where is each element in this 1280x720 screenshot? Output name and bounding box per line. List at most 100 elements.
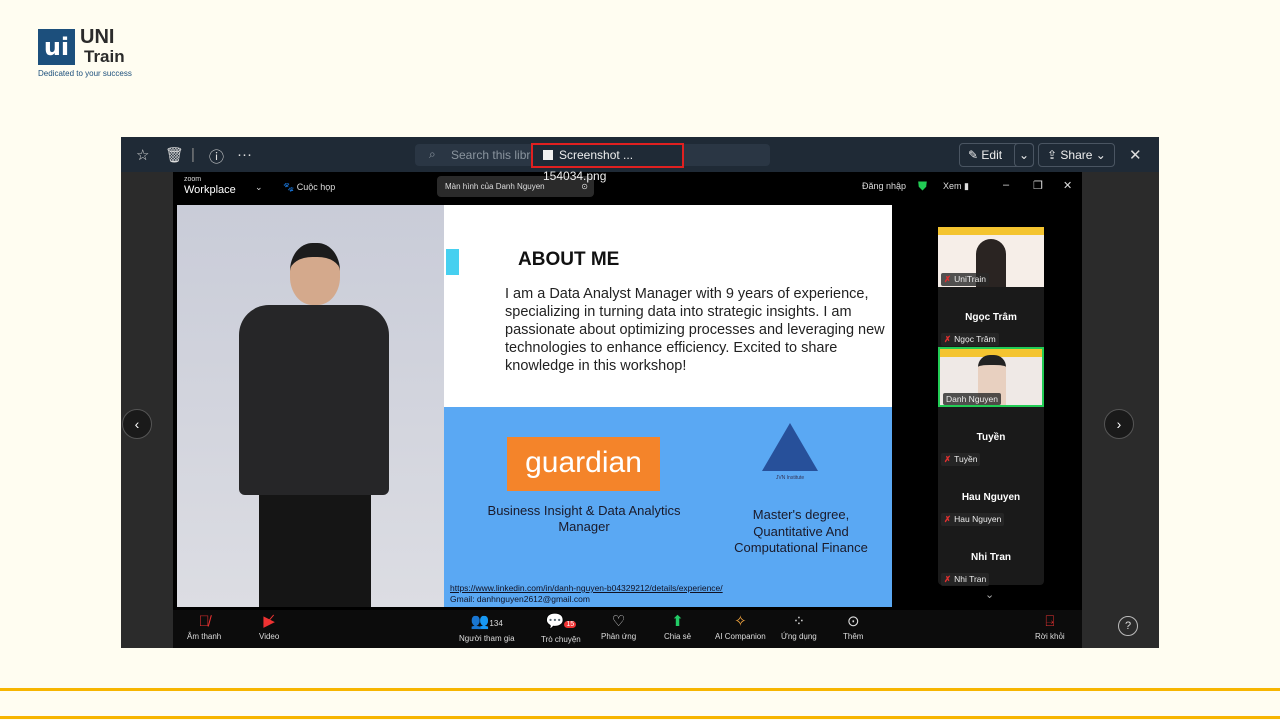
close-icon[interactable]: ✕ (1063, 179, 1072, 192)
apps-label: Ứng dụng (781, 632, 817, 641)
participant-tile-name: Ngọc Trâm (965, 312, 1017, 323)
edit-label: Edit (981, 148, 1003, 162)
screen-share-label: Màn hình của Danh Nguyen (445, 182, 545, 191)
person-pants (259, 495, 371, 607)
leave-button[interactable]: ⍈ Rời khỏi (1035, 612, 1065, 641)
scroll-down-icon[interactable]: ⌄ (985, 588, 994, 601)
slide-accent (446, 249, 459, 275)
participant-name: UniTrain (954, 274, 986, 284)
participants-label: Người tham gia (459, 634, 515, 643)
restore-icon[interactable]: ❐ (1033, 179, 1043, 192)
ai-label: AI Companion (715, 632, 766, 641)
more-icon[interactable]: ··· (237, 146, 252, 163)
more-button[interactable]: ⊙ Thêm (843, 612, 863, 641)
slide-about-section: ABOUT ME I am a Data Analyst Manager wit… (444, 205, 892, 407)
sign-in-link[interactable]: Đăng nhập (862, 181, 906, 191)
divider (0, 716, 1280, 719)
view-label: Xem (943, 181, 962, 191)
video-off-icon: ▶̸ (263, 613, 275, 630)
institute-name: JVN Institute (775, 475, 805, 481)
participant-name: Nhi Tran (954, 574, 987, 584)
participant-tile-name: Tuyền (976, 432, 1006, 443)
meeting-toolbar: 🎙̸ Âm thanh ▶̸ Video 👥134 Người tham gia 💬 1… (173, 610, 1082, 648)
degree-text: Master's degree, Quantitative And Comput… (734, 507, 868, 555)
share-icon: ⬆ (671, 613, 684, 630)
zoom-window: zoom Workplace ⌄ 🐾 Cuộc họp Màn hình của… (173, 172, 1082, 648)
share-label: Share (1060, 148, 1093, 162)
participant-tile-name: Hau Nguyen (961, 492, 1021, 503)
audio-label: Âm thanh (187, 632, 222, 641)
reactions-button[interactable]: ♡ Phản ứng (601, 612, 636, 641)
participant-tile-name: Nhi Tran (970, 552, 1011, 563)
video-button[interactable]: ▶̸ Video (259, 612, 279, 641)
participant-name: Tuyền (954, 454, 978, 464)
video-tile-active-speaker[interactable]: Danh Nguyen (938, 347, 1044, 407)
file-name: Screenshot ... 154034.png (531, 143, 684, 183)
share-label: Chia sẻ (664, 632, 692, 641)
next-button[interactable]: › (1104, 409, 1134, 439)
person-head (290, 243, 340, 305)
audio-button[interactable]: 🎙̸ Âm thanh (187, 612, 221, 641)
star-icon[interactable]: ☆ (136, 146, 149, 164)
close-icon[interactable]: ✕ (1129, 146, 1142, 164)
info-icon[interactable]: ⓘ (209, 146, 224, 167)
participants-gallery: ✗ UniTrain Ngọc Trâm ✗ Ngọc Trâm Danh Nguy… (938, 227, 1044, 586)
divider (0, 688, 1280, 691)
view-button[interactable]: Xem ▮ (943, 181, 969, 192)
image-file-icon (543, 150, 553, 160)
role-text: Business Insight & Data Analytics Manage… (487, 503, 681, 534)
zoom-logo: zoom (184, 176, 202, 183)
participant-name: Danh Nguyen (946, 394, 998, 404)
more-icon: ⊙ (846, 613, 860, 630)
participant-name: Hau Nguyen (954, 514, 1002, 524)
help-icon[interactable]: ? (1118, 616, 1138, 636)
zoom-logo-text: Workplace (184, 184, 236, 196)
logo-tagline: Dedicated to your success (38, 69, 132, 78)
leave-icon: ⍈ (1045, 613, 1055, 630)
edit-dropdown-button[interactable]: ⌄ (1014, 143, 1034, 167)
minimize-icon[interactable]: – (1003, 179, 1009, 191)
share-button[interactable]: ⇪ Share ⌄ (1038, 143, 1115, 167)
guardian-logo: guardian (507, 437, 660, 491)
separator: | (191, 146, 195, 163)
unitrain-logo: ui UNI Train Dedicated to your success (38, 26, 133, 79)
video-label: Video (259, 632, 280, 641)
search-icon: ⌕ (429, 147, 436, 161)
email-text: Gmail: danhnguyen2612@gmail.com (450, 594, 590, 604)
video-tile[interactable]: ✗ UniTrain (938, 227, 1044, 287)
meetings-label: Cuộc họp (296, 182, 336, 192)
linkedin-link[interactable]: https://www.linkedin.com/in/danh-nguyen-… (450, 583, 723, 593)
trash-icon[interactable]: 🗑 (165, 146, 184, 164)
participants-button[interactable]: 👥134 Người tham gia (459, 612, 515, 643)
previous-button[interactable]: ‹ (122, 409, 152, 439)
shield-check-icon: ⛊ (918, 179, 928, 193)
speaker-photo (177, 205, 444, 607)
reactions-label: Phản ứng (601, 632, 637, 641)
chat-icon: 💬 15 (545, 613, 577, 630)
apps-button[interactable]: ⁘ Ứng dụng (781, 612, 817, 641)
logo-text: UNI (80, 26, 115, 48)
meetings-tab[interactable]: 🐾 Cuộc họp (283, 182, 335, 193)
image-viewer-window: ☆ 🗑 | ⓘ ··· ⌕ Screenshot ... 154034.png … (121, 137, 1159, 648)
slide-experience-section: guardian Business Insight & Data Analyti… (444, 407, 892, 607)
ai-companion-button[interactable]: ✧ AI Companion (715, 612, 766, 641)
chat-badge: 15 (564, 621, 577, 628)
chat-button[interactable]: 💬 15 Trò chuyện (541, 612, 581, 644)
apps-icon: ⁘ (792, 613, 806, 630)
viewer-toolbar: ☆ 🗑 | ⓘ ··· ⌕ Screenshot ... 154034.png … (121, 137, 1159, 183)
chat-label: Trò chuyện (541, 635, 581, 644)
workplace-dropdown[interactable]: ⌄ (255, 182, 263, 193)
mic-off-icon: 🎙̸ (198, 613, 210, 630)
sparkle-icon: ✧ (734, 613, 747, 630)
share-screen-button[interactable]: ⬆ Chia sẻ (664, 612, 691, 641)
jvn-logo (762, 423, 818, 471)
heart-icon: ♡ (611, 613, 626, 630)
slide-title: ABOUT ME (518, 249, 620, 270)
leave-label: Rời khỏi (1035, 632, 1065, 641)
more-label: Thêm (843, 632, 864, 641)
participants-count: 134 (489, 619, 503, 628)
participants-icon: 👥134 (470, 613, 503, 630)
slide-bio: I am a Data Analyst Manager with 9 years… (505, 286, 885, 374)
person-shirt (239, 305, 389, 495)
logo-text: Train (84, 47, 125, 66)
